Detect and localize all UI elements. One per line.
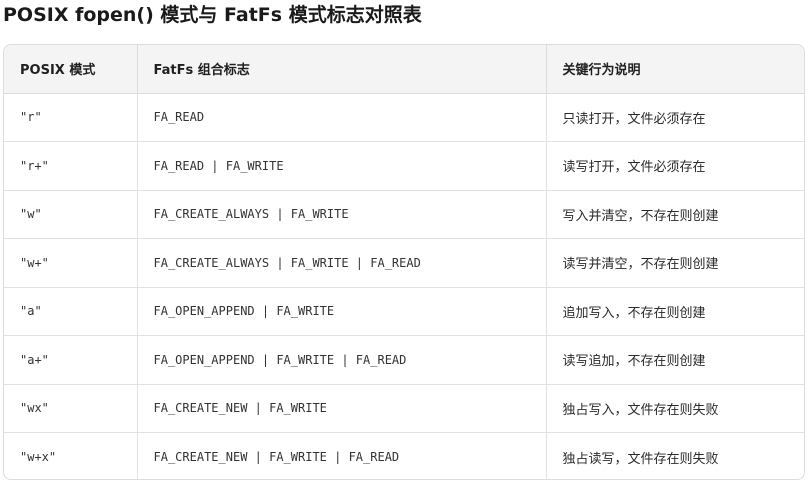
cell-fatfs-flags: FA_CREATE_ALWAYS | FA_WRITE	[137, 190, 547, 239]
table-row: "a" FA_OPEN_APPEND | FA_WRITE 追加写入，不存在则创…	[4, 287, 804, 336]
cell-posix-mode: "r+"	[4, 141, 138, 191]
table-row: "w" FA_CREATE_ALWAYS | FA_WRITE 写入并清空，不存…	[4, 190, 804, 239]
cell-behavior: 只读打开，文件必须存在	[546, 93, 804, 142]
page: POSIX fopen() 模式与 FatFs 模式标志对照表 POSIX 模式…	[0, 0, 808, 485]
table-row: "w+" FA_CREATE_ALWAYS | FA_WRITE | FA_RE…	[4, 238, 804, 288]
header-posix-mode: POSIX 模式	[4, 45, 138, 94]
cell-posix-mode: "wx"	[4, 384, 138, 433]
cell-behavior: 写入并清空，不存在则创建	[546, 190, 804, 239]
cell-behavior: 追加写入，不存在则创建	[546, 287, 804, 336]
header-fatfs-flags: FatFs 组合标志	[137, 45, 547, 94]
mode-table-container: POSIX 模式 FatFs 组合标志 关键行为说明 "r" FA_READ 只…	[3, 44, 805, 480]
cell-fatfs-flags: FA_CREATE_NEW | FA_WRITE | FA_READ	[137, 432, 547, 479]
cell-behavior: 读写并清空，不存在则创建	[546, 238, 804, 288]
table-row: "r" FA_READ 只读打开，文件必须存在	[4, 93, 804, 142]
cell-behavior: 独占读写，文件存在则失败	[562, 451, 719, 467]
table-row: "r+" FA_READ | FA_WRITE 读写打开，文件必须存在	[4, 141, 804, 191]
table-row: "wx" FA_CREATE_NEW | FA_WRITE 独占写入，文件存在则…	[4, 384, 804, 433]
table-row: "w+x" FA_CREATE_NEW | FA_WRITE | FA_READ…	[4, 432, 804, 479]
cell-fatfs-flags: FA_READ | FA_WRITE	[137, 141, 547, 191]
cell-fatfs-flags: FA_CREATE_ALWAYS | FA_WRITE | FA_READ	[137, 238, 547, 288]
cell-behavior: 独占写入，文件存在则失败	[546, 384, 804, 433]
cell-fatfs-flags: FA_CREATE_NEW | FA_WRITE	[137, 384, 547, 433]
cell-fatfs-flags: FA_OPEN_APPEND | FA_WRITE | FA_READ	[137, 335, 547, 385]
table-row: "a+" FA_OPEN_APPEND | FA_WRITE | FA_READ…	[4, 335, 804, 385]
cell-posix-mode: "w"	[4, 190, 138, 239]
header-behavior: 关键行为说明	[546, 45, 804, 94]
cell-fatfs-flags: FA_READ	[137, 93, 547, 142]
page-title: POSIX fopen() 模式与 FatFs 模式标志对照表	[3, 4, 422, 26]
cell-posix-mode: "a"	[4, 287, 138, 336]
table-header-row: POSIX 模式 FatFs 组合标志 关键行为说明	[4, 45, 804, 94]
cell-posix-mode: "w+x"	[4, 432, 138, 479]
cell-fatfs-flags: FA_OPEN_APPEND | FA_WRITE	[137, 287, 547, 336]
cell-behavior: 读写追加，不存在则创建	[546, 335, 804, 385]
cell-posix-mode: "r"	[4, 93, 138, 142]
cell-behavior: 读写打开，文件必须存在	[546, 141, 804, 191]
cell-posix-mode: "a+"	[4, 335, 138, 385]
mode-table: POSIX 模式 FatFs 组合标志 关键行为说明 "r" FA_READ 只…	[4, 45, 804, 479]
cell-posix-mode: "w+"	[4, 238, 138, 288]
